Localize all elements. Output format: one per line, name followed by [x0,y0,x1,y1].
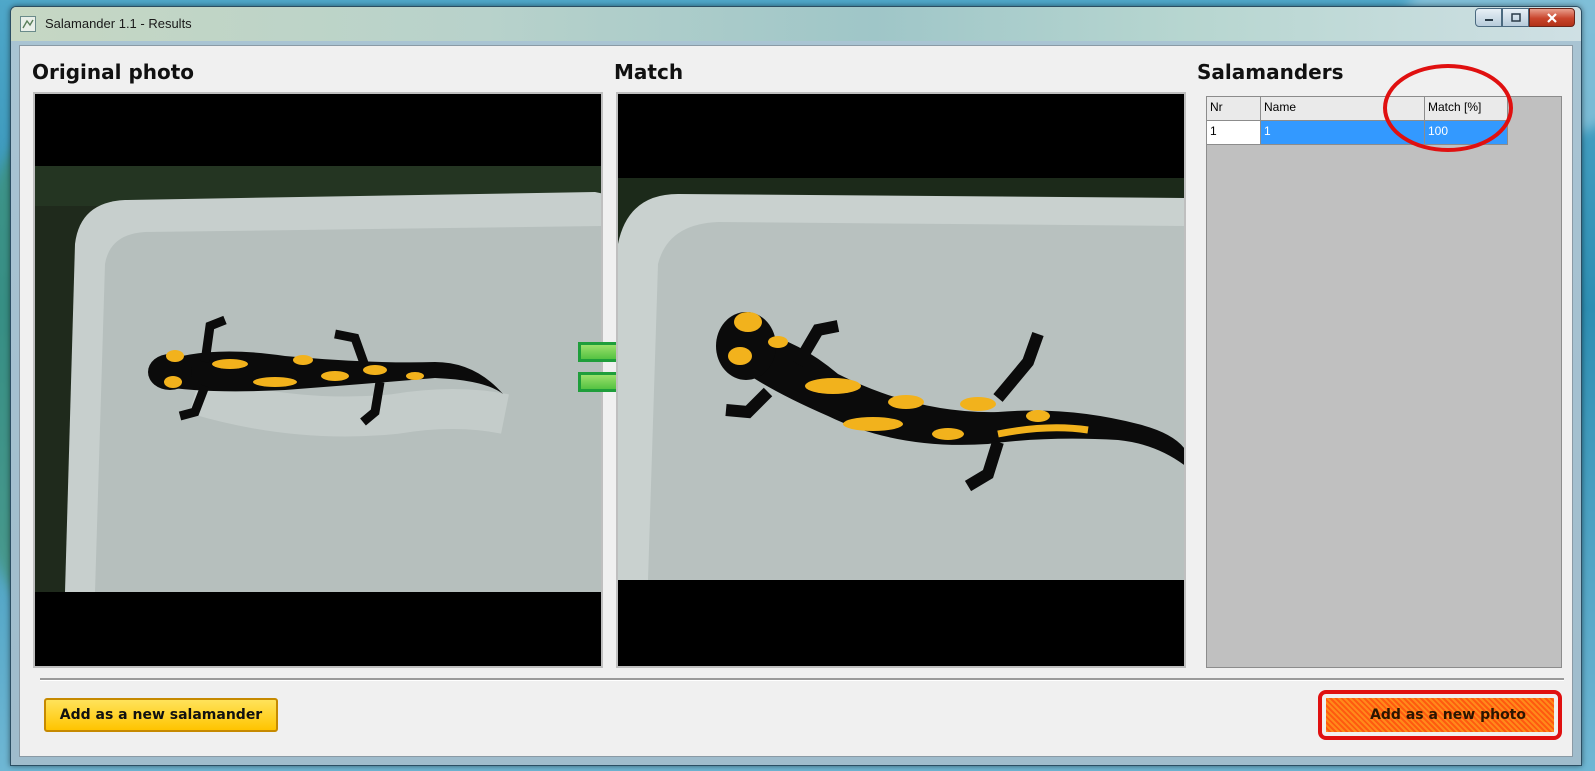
add-new-photo-highlight: Add as a new photo [1318,690,1562,740]
table-row[interactable]: 1 1 100 [1207,121,1508,145]
match-photo [616,92,1186,668]
cell-name[interactable]: 1 [1261,121,1425,145]
cell-nr[interactable]: 1 [1207,121,1261,145]
maximize-button[interactable] [1502,8,1529,27]
column-header-nr[interactable]: Nr [1207,97,1261,121]
salamanders-grid[interactable]: Nr Name Match [%] 1 1 100 [1206,96,1562,668]
salamander-app-icon [20,16,36,32]
maximize-icon [1510,12,1521,22]
cell-match[interactable]: 100 [1425,121,1508,145]
add-new-photo-button[interactable]: Add as a new photo [1326,698,1554,732]
bottom-separator [40,678,1564,681]
minimize-icon [1484,18,1493,21]
add-new-salamander-button[interactable]: Add as a new salamander [44,698,278,732]
salamanders-title: Salamanders [1197,60,1344,84]
minimize-button[interactable] [1475,8,1502,27]
grid-header-row: Nr Name Match [%] [1207,97,1508,121]
close-button[interactable] [1529,8,1575,27]
original-photo [33,92,603,668]
close-icon [1547,12,1557,23]
results-window: Salamander 1.1 - Results Original photo … [10,6,1582,766]
original-photo-title: Original photo [32,60,195,84]
title-bar[interactable]: Salamander 1.1 - Results [11,7,1581,41]
column-header-match[interactable]: Match [%] [1425,97,1508,121]
column-header-name[interactable]: Name [1261,97,1425,121]
client-area: Original photo Match Salamanders Nr Name… [19,45,1573,757]
match-title: Match [614,60,684,84]
window-title: Salamander 1.1 - Results [45,16,192,31]
